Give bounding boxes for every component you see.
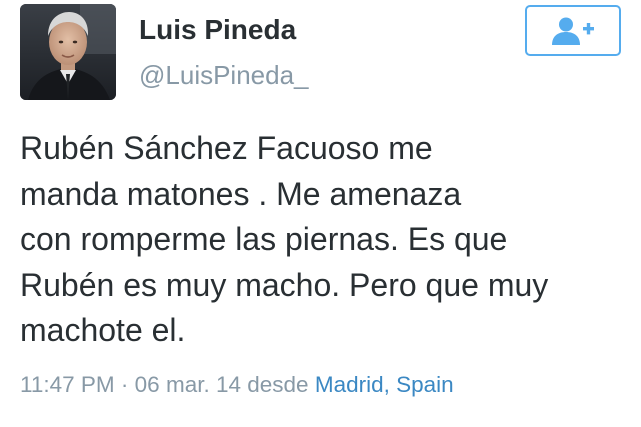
tweet-card: Luis Pineda @LuisPineda_ Rubén Sánchez F…	[0, 0, 641, 427]
avatar-photo	[20, 4, 116, 100]
tweet-text-line: machote el.	[20, 312, 186, 348]
tweet-text-line: Rubén Sánchez Facuoso me	[20, 130, 433, 166]
tweet-text-line: Rubén es muy macho. Pero que muy	[20, 266, 549, 303]
tweet-text-line: con romperme las piernas. Es que	[20, 221, 508, 257]
tweet-time[interactable]: 11:47 PM	[20, 372, 115, 397]
tweet-date[interactable]: 06 mar. 14	[135, 372, 241, 397]
from-label: desde	[247, 372, 309, 397]
tweet-location-link[interactable]: Madrid, Spain	[315, 372, 454, 397]
tweet-meta: 11:47 PM · 06 mar. 14 desde Madrid, Spai…	[20, 372, 454, 398]
meta-separator: ·	[120, 372, 129, 397]
follow-button[interactable]	[525, 5, 621, 56]
tweet-text: Rubén Sánchez Facuoso me manda matones .…	[20, 126, 620, 354]
tweet-text-line: manda matones . Me amenaza	[20, 175, 462, 212]
user-name[interactable]: Luis Pineda	[139, 14, 296, 46]
follow-user-plus-icon	[552, 17, 594, 45]
avatar[interactable]	[20, 4, 116, 100]
user-handle[interactable]: @LuisPineda_	[139, 60, 309, 91]
